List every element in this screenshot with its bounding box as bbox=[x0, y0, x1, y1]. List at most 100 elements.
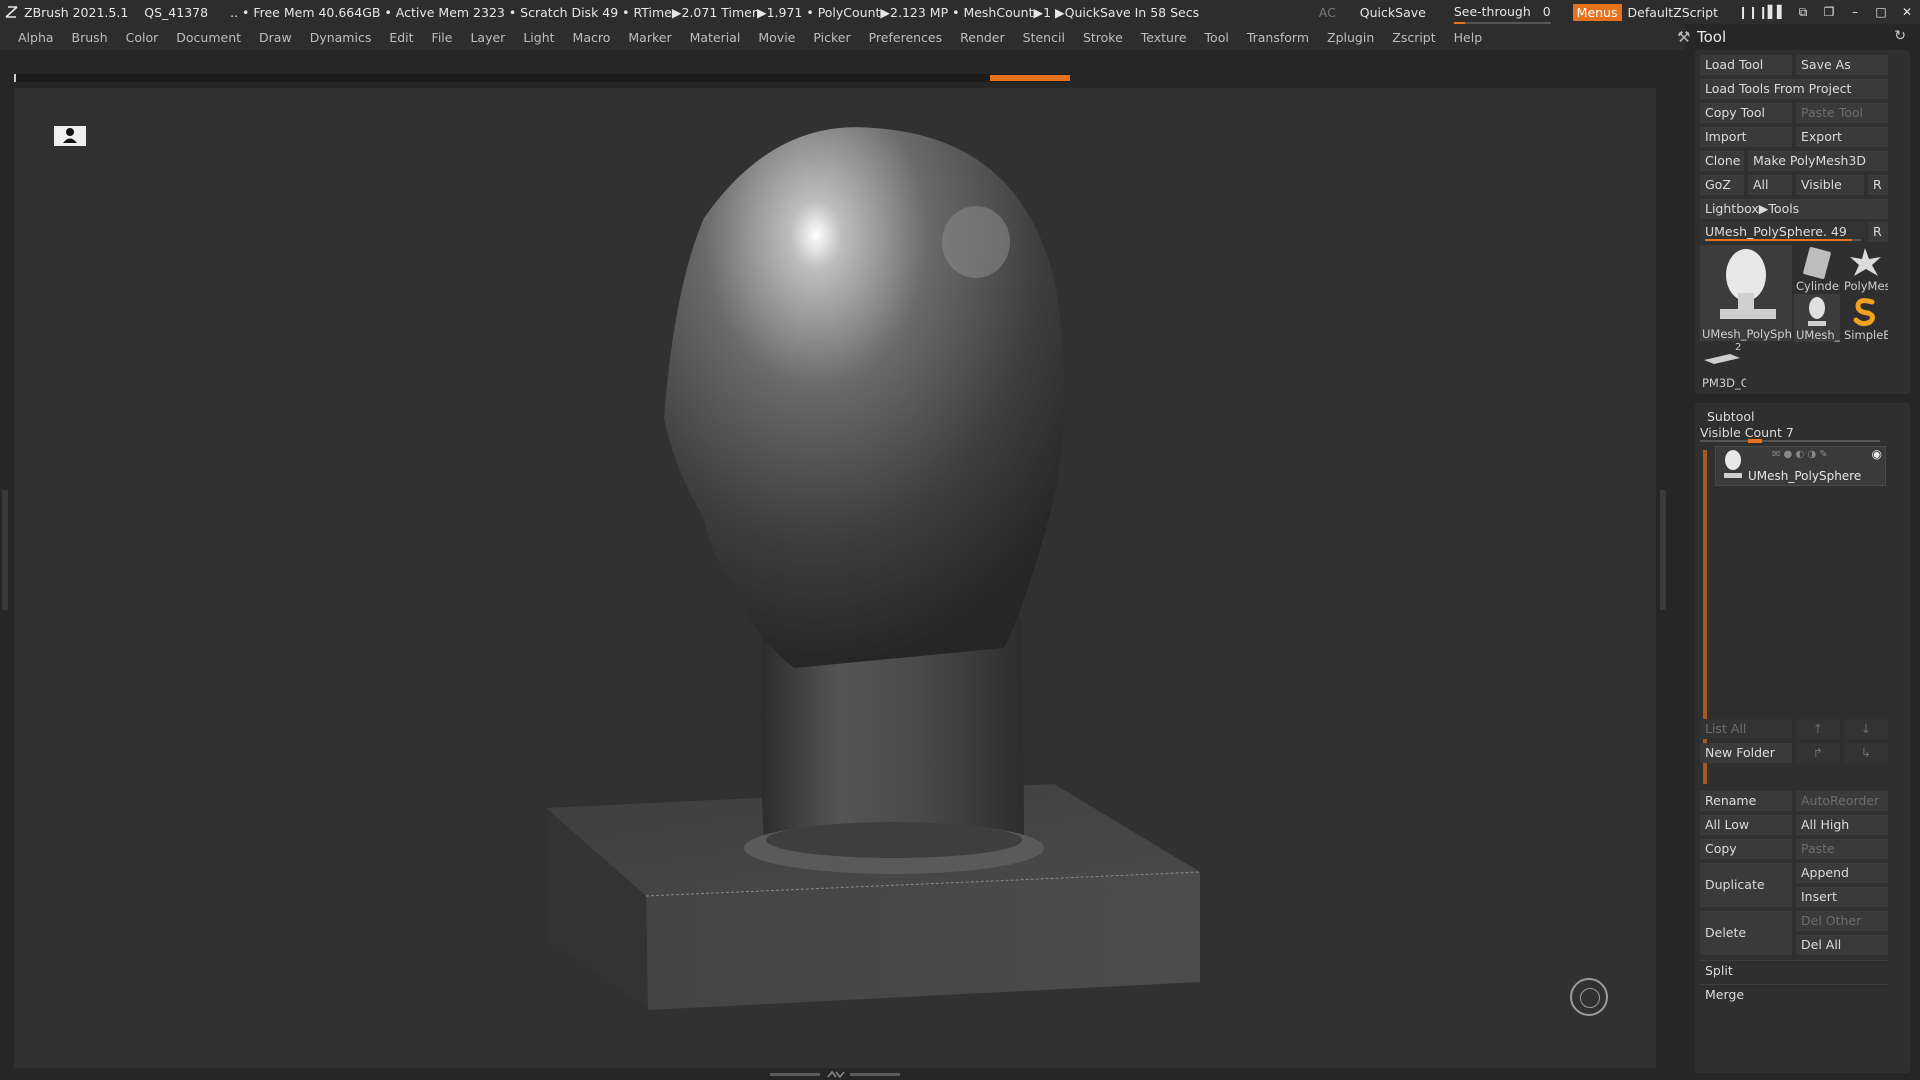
tool-thumb-simplebrush[interactable]: SimpleB bbox=[1842, 294, 1888, 342]
goz-button[interactable]: GoZ bbox=[1700, 175, 1744, 195]
del-all-button[interactable]: Del All bbox=[1796, 935, 1888, 955]
tool-palette: ⚒ Tool ↻ Load Tool Save As Load Tools Fr… bbox=[1677, 24, 1920, 1080]
tool-palette-header[interactable]: ⚒ Tool ↻ bbox=[1677, 24, 1920, 50]
folder-move-icon[interactable]: ↱ bbox=[1796, 743, 1840, 763]
menu-movie[interactable]: Movie bbox=[758, 30, 795, 45]
timeline-active-segment bbox=[990, 75, 1070, 81]
make-polymesh3d-button[interactable]: Make PolyMesh3D bbox=[1748, 151, 1888, 171]
menu-zplugin[interactable]: Zplugin bbox=[1327, 30, 1374, 45]
tool-thumb-cylinder[interactable]: Cylinder bbox=[1794, 245, 1840, 293]
menu-stroke[interactable]: Stroke bbox=[1083, 30, 1123, 45]
tool-thumb-polymesh[interactable]: PolyMes bbox=[1842, 245, 1888, 293]
menu-brush[interactable]: Brush bbox=[72, 30, 108, 45]
menu-material[interactable]: Material bbox=[690, 30, 741, 45]
split-section[interactable]: Split bbox=[1700, 960, 1888, 980]
list-all-button[interactable]: List All bbox=[1700, 719, 1792, 739]
menus-toggle[interactable]: Menus bbox=[1572, 3, 1622, 21]
menu-file[interactable]: File bbox=[432, 30, 453, 45]
del-other-button[interactable]: Del Other bbox=[1796, 911, 1888, 931]
goz-visible-button[interactable]: Visible bbox=[1796, 175, 1864, 195]
maximize-icon[interactable]: □ bbox=[1868, 5, 1894, 19]
menu-alpha[interactable]: Alpha bbox=[18, 30, 54, 45]
duplicate-button[interactable]: Duplicate bbox=[1700, 863, 1792, 907]
eye-visibility-icon[interactable]: ◉ bbox=[1872, 447, 1882, 461]
move-up-icon[interactable]: ↑ bbox=[1796, 719, 1840, 739]
menu-transform[interactable]: Transform bbox=[1247, 30, 1309, 45]
all-high-button[interactable]: All High bbox=[1796, 815, 1888, 835]
import-button[interactable]: Import bbox=[1700, 127, 1792, 147]
menu-layer[interactable]: Layer bbox=[470, 30, 505, 45]
subtool-item-umesh-polysphere[interactable]: ✉ ● ◐ ◑ ✎ ◉ UMesh_PolySphere bbox=[1715, 446, 1886, 486]
menu-render[interactable]: Render bbox=[960, 30, 1005, 45]
copy-subtool-button[interactable]: Copy bbox=[1700, 839, 1792, 859]
refresh-icon[interactable]: ↻ bbox=[1894, 28, 1906, 44]
paste-tool-button[interactable]: Paste Tool bbox=[1796, 103, 1888, 123]
goz-r-button[interactable]: R bbox=[1868, 175, 1888, 195]
head-bust-model[interactable] bbox=[14, 88, 1656, 1068]
insert-button[interactable]: Insert bbox=[1796, 887, 1888, 907]
bottom-tray-handle[interactable] bbox=[770, 1070, 900, 1078]
autoreorder-button[interactable]: AutoReorder bbox=[1796, 791, 1888, 811]
tool-thumb-umesh-polysphere[interactable]: UMesh_PolySphe bbox=[1700, 245, 1792, 341]
menu-color[interactable]: Color bbox=[126, 30, 159, 45]
close-icon[interactable]: ✕ bbox=[1894, 5, 1920, 19]
ac-button[interactable]: AC bbox=[1319, 5, 1336, 20]
default-ui-icon[interactable]: ❐ bbox=[1816, 5, 1842, 19]
menu-marker[interactable]: Marker bbox=[628, 30, 671, 45]
right-tray-handle[interactable] bbox=[1660, 490, 1666, 610]
restore-ui-icon[interactable]: ⧉ bbox=[1790, 5, 1816, 20]
move-down-icon[interactable]: ↓ bbox=[1844, 719, 1888, 739]
menu-macro[interactable]: Macro bbox=[573, 30, 611, 45]
rename-button[interactable]: Rename bbox=[1700, 791, 1792, 811]
subtool-polygroup-icons[interactable]: ✉ ● ◐ ◑ ✎ bbox=[1772, 449, 1828, 460]
quicksave-button[interactable]: QuickSave bbox=[1360, 5, 1426, 20]
visible-count-track[interactable] bbox=[1700, 439, 1880, 443]
load-tool-button[interactable]: Load Tool bbox=[1700, 55, 1792, 75]
pm3d-count: 2 bbox=[1735, 342, 1742, 353]
layout-wide-icon[interactable]: ▌▌ bbox=[1764, 5, 1790, 19]
menu-zscript[interactable]: Zscript bbox=[1392, 30, 1435, 45]
menu-preferences[interactable]: Preferences bbox=[869, 30, 943, 45]
current-tool-slider-track bbox=[1705, 239, 1861, 241]
head-small-icon bbox=[1808, 297, 1826, 326]
see-through-slider[interactable]: See-through 0 bbox=[1453, 4, 1551, 25]
goz-all-button[interactable]: All bbox=[1748, 175, 1792, 195]
all-low-button[interactable]: All Low bbox=[1700, 815, 1792, 835]
new-folder-button[interactable]: New Folder bbox=[1700, 743, 1792, 763]
subtool-title[interactable]: Subtool bbox=[1707, 409, 1754, 424]
menu-dynamics[interactable]: Dynamics bbox=[310, 30, 372, 45]
append-button[interactable]: Append bbox=[1796, 863, 1888, 883]
canvas-viewport[interactable] bbox=[14, 88, 1656, 1068]
menu-edit[interactable]: Edit bbox=[389, 30, 413, 45]
export-button[interactable]: Export bbox=[1796, 127, 1888, 147]
paste-subtool-button[interactable]: Paste bbox=[1796, 839, 1888, 859]
current-tool-slider[interactable]: UMesh_PolySphere. 49 bbox=[1700, 222, 1866, 242]
minimize-icon[interactable]: – bbox=[1842, 5, 1868, 19]
save-as-button[interactable]: Save As bbox=[1796, 55, 1888, 75]
lightbox-tools-button[interactable]: Lightbox▶Tools bbox=[1700, 199, 1888, 219]
menu-texture[interactable]: Texture bbox=[1141, 30, 1187, 45]
default-zscript-button[interactable]: DefaultZScript bbox=[1628, 5, 1719, 20]
tool-thumb-pm3d[interactable]: 2 PM3D_C bbox=[1700, 342, 1746, 390]
camera-gyro-icon[interactable] bbox=[1570, 978, 1608, 1016]
menu-light[interactable]: Light bbox=[523, 30, 554, 45]
timeline-strip[interactable] bbox=[14, 74, 1070, 82]
layout-narrow-icon[interactable]: ❙❙❙ bbox=[1738, 5, 1768, 19]
menu-stencil[interactable]: Stencil bbox=[1023, 30, 1065, 45]
tool-palette-title: Tool bbox=[1697, 28, 1727, 46]
delete-button[interactable]: Delete bbox=[1700, 911, 1792, 955]
menu-help[interactable]: Help bbox=[1454, 30, 1483, 45]
menu-tool[interactable]: Tool bbox=[1205, 30, 1229, 45]
copy-tool-button[interactable]: Copy Tool bbox=[1700, 103, 1792, 123]
merge-section[interactable]: Merge bbox=[1700, 984, 1888, 1004]
folder-out-icon[interactable]: ↳ bbox=[1844, 743, 1888, 763]
menu-draw[interactable]: Draw bbox=[259, 30, 292, 45]
visible-count-label[interactable]: Visible Count 7 bbox=[1700, 425, 1794, 440]
load-tools-from-project-button[interactable]: Load Tools From Project bbox=[1700, 79, 1888, 99]
menu-picker[interactable]: Picker bbox=[813, 30, 850, 45]
tool-thumb-umesh-small[interactable]: UMesh_ bbox=[1794, 294, 1840, 342]
current-tool-r-button[interactable]: R bbox=[1868, 222, 1888, 242]
left-tray-handle[interactable] bbox=[2, 490, 8, 610]
menu-document[interactable]: Document bbox=[176, 30, 241, 45]
clone-button[interactable]: Clone bbox=[1700, 151, 1744, 171]
